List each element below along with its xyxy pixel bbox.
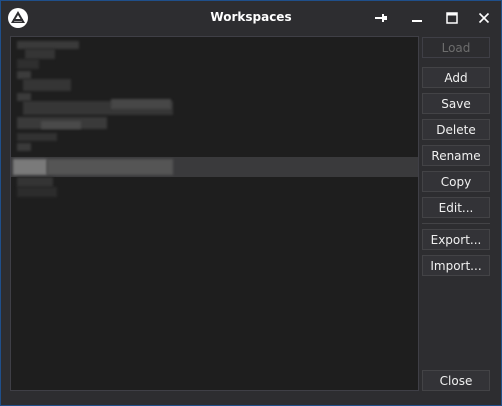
export-button[interactable]: Export... <box>422 229 490 250</box>
minimize-icon <box>412 20 422 22</box>
pin-icon <box>375 14 387 22</box>
copy-button[interactable]: Copy <box>422 171 490 192</box>
pin-button[interactable] <box>367 6 395 30</box>
button-separator <box>422 223 490 224</box>
close-icon <box>478 12 490 24</box>
edit-button[interactable]: Edit... <box>422 197 490 218</box>
import-button[interactable]: Import... <box>422 255 490 276</box>
add-button[interactable]: Add <box>422 67 490 88</box>
load-button[interactable]: Load <box>422 37 490 58</box>
close-window-button[interactable] <box>470 6 498 30</box>
app-logo-icon <box>7 7 29 29</box>
rename-button[interactable]: Rename <box>422 145 490 166</box>
workspaces-window: Workspaces Load Add Save Delete Rename C… <box>0 0 502 406</box>
save-button[interactable]: Save <box>422 93 490 114</box>
minimize-button[interactable] <box>403 6 431 30</box>
delete-button[interactable]: Delete <box>422 119 490 140</box>
maximize-button[interactable] <box>438 6 466 30</box>
close-button[interactable]: Close <box>422 370 490 391</box>
maximize-icon <box>446 12 458 24</box>
workspace-list[interactable] <box>10 36 419 391</box>
title-bar[interactable]: Workspaces <box>1 1 501 35</box>
